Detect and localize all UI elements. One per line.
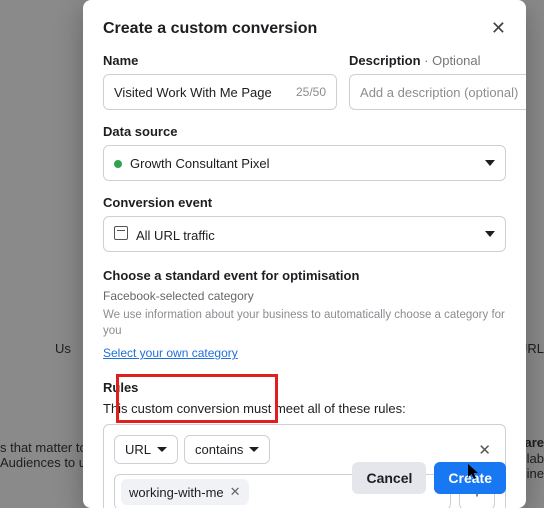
description-input-wrap[interactable]: 0/100 [349,74,526,110]
create-button[interactable]: Create [434,462,506,494]
close-button[interactable]: ✕ [491,18,506,39]
create-custom-conversion-modal: Create a custom conversion ✕ Name 25/50 … [83,0,526,508]
chip-remove-button[interactable]: ✕ [230,484,241,500]
rules-sub: This custom conversion must meet all of … [103,401,506,416]
chevron-down-icon [157,447,167,452]
select-own-category-link[interactable]: Select your own category [103,346,238,360]
chevron-down-icon [485,231,495,237]
rules-heading: Rules [103,380,506,395]
traffic-icon [114,226,128,240]
data-source-select[interactable]: Growth Consultant Pixel [103,145,506,181]
bg-text: Us [55,341,71,356]
conversion-event-select[interactable]: All URL traffic [103,216,506,252]
chevron-down-icon [485,160,495,166]
status-dot-icon [114,160,122,168]
name-input-wrap[interactable]: 25/50 [103,74,337,110]
rule-operator-dropdown[interactable]: contains [184,435,270,464]
data-source-label: Data source [103,124,506,139]
name-input[interactable] [114,85,290,100]
name-label: Name [103,53,337,68]
optimisation-heading: Choose a standard event for optimisation [103,268,506,283]
optimisation-sub: Facebook-selected category [103,289,506,303]
cancel-button[interactable]: Cancel [352,462,426,494]
remove-rule-button[interactable]: ✕ [474,441,495,459]
chevron-down-icon [249,447,259,452]
name-counter: 25/50 [296,85,326,99]
rule-value-chip: working-with-me ✕ [121,479,249,505]
rule-field-dropdown[interactable]: URL [114,435,178,464]
conversion-event-label: Conversion event [103,195,506,210]
description-input[interactable] [360,85,526,100]
modal-title: Create a custom conversion [103,20,317,38]
optimisation-desc: We use information about your business t… [103,307,506,339]
description-label: Description · Optional [349,53,526,68]
